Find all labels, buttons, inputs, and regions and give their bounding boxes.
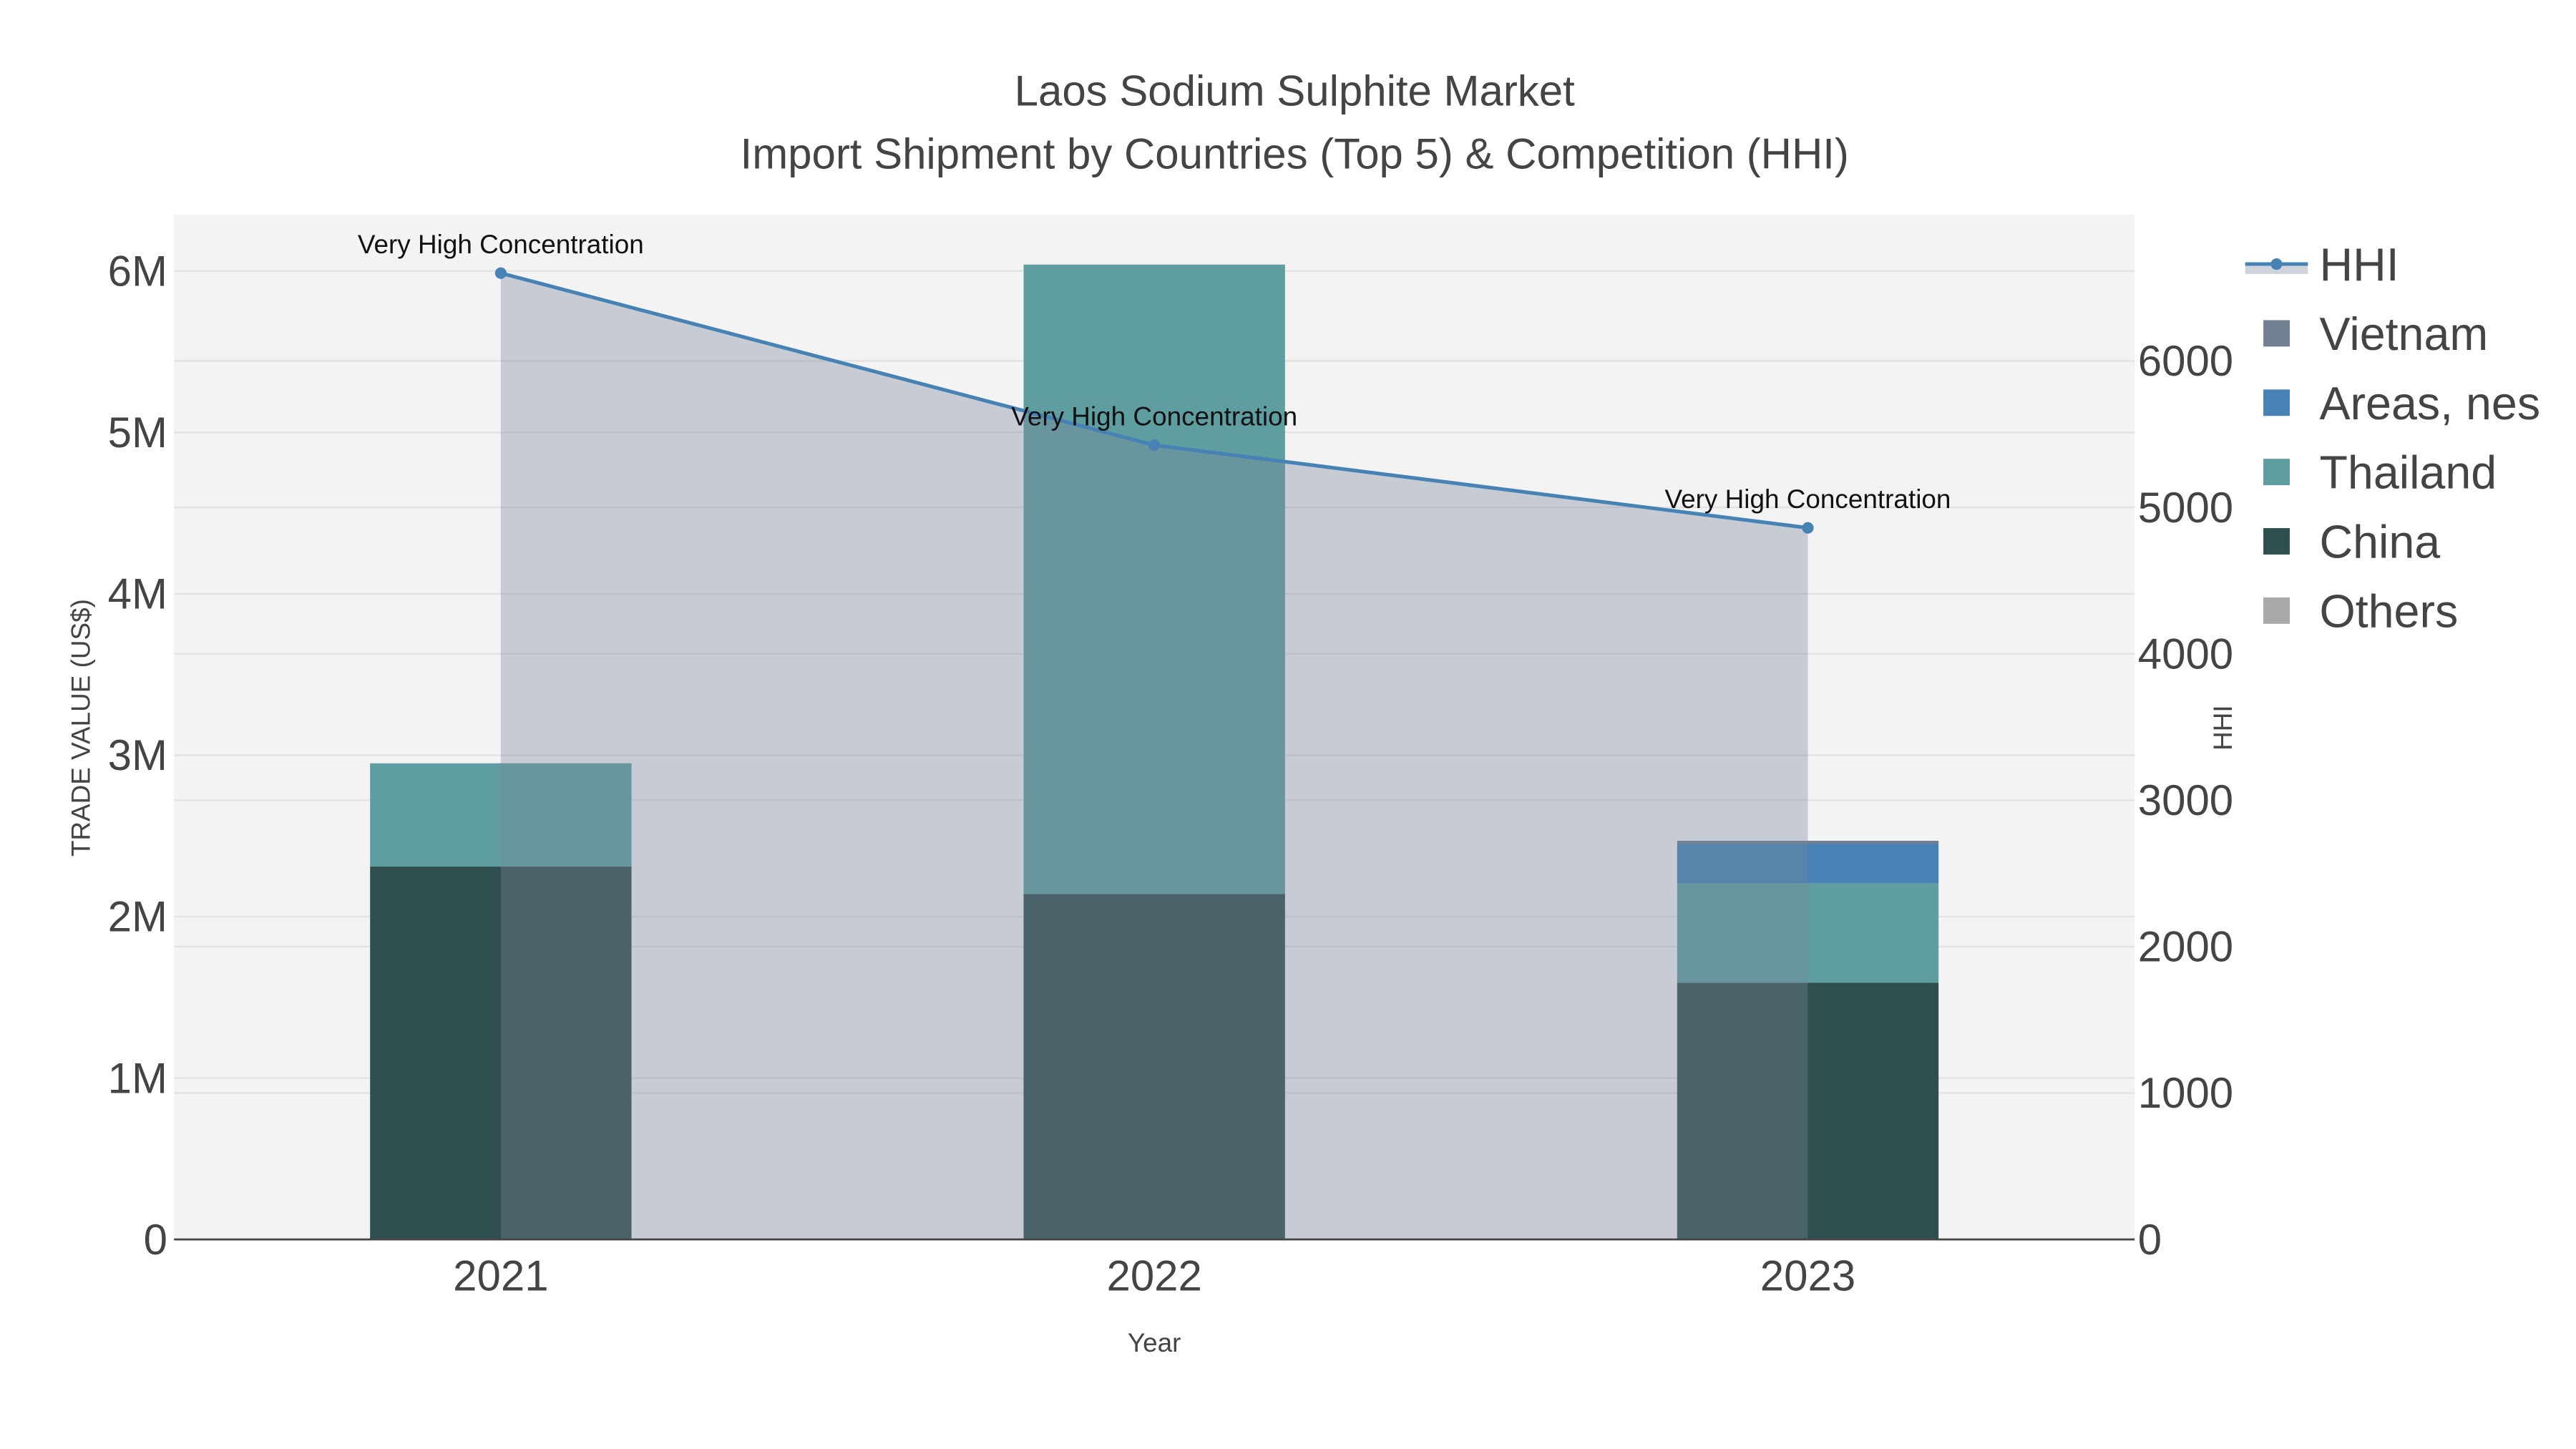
y2-axis-label: HHI bbox=[2208, 705, 2238, 751]
hhi-point[interactable] bbox=[494, 267, 507, 279]
legend-swatch bbox=[2263, 597, 2290, 624]
y2-tick-label: 5000 bbox=[2138, 484, 2233, 532]
legend-label: Thailand bbox=[2319, 447, 2497, 499]
legend-item-china[interactable]: China bbox=[2263, 517, 2440, 568]
y-axis-label: TRADE VALUE (US$) bbox=[67, 599, 96, 857]
y-tick-label: 4M bbox=[108, 570, 167, 618]
y2-tick-label: 4000 bbox=[2138, 630, 2233, 678]
y-tick-label: 5M bbox=[108, 409, 167, 457]
hhi-annotation: Very High Concentration bbox=[1665, 484, 1951, 514]
y2-tick-label: 3000 bbox=[2138, 776, 2233, 824]
chart-subtitle: Import Shipment by Countries (Top 5) & C… bbox=[741, 130, 1849, 177]
y-tick-label: 3M bbox=[108, 731, 167, 779]
hhi-point[interactable] bbox=[1802, 522, 1814, 534]
legend-label: Areas, nes bbox=[2319, 378, 2540, 429]
y2-tick-label: 6000 bbox=[2138, 337, 2233, 385]
legend-label: China bbox=[2319, 517, 2440, 568]
y2-tick-label: 0 bbox=[2138, 1216, 2162, 1264]
legend-label: Others bbox=[2319, 585, 2458, 637]
legend-label: HHI bbox=[2319, 239, 2399, 291]
legend-marker bbox=[2270, 258, 2283, 270]
legend-item-areas-nes[interactable]: Areas, nes bbox=[2263, 378, 2540, 429]
y-tick-label: 2M bbox=[108, 893, 167, 941]
y-tick-label: 0 bbox=[144, 1216, 167, 1264]
chart-title: Laos Sodium Sulphite Market bbox=[1015, 67, 1575, 115]
hhi-annotation: Very High Concentration bbox=[1011, 401, 1297, 431]
chart: Laos Sodium Sulphite Market Import Shipm… bbox=[67, 67, 2541, 1357]
x-tick-label: 2021 bbox=[453, 1252, 548, 1300]
legend-label: Vietnam bbox=[2319, 308, 2488, 360]
legend-item-hhi[interactable]: HHI bbox=[2245, 239, 2399, 291]
y2-tick-label: 1000 bbox=[2138, 1069, 2233, 1117]
legend-swatch bbox=[2263, 320, 2290, 347]
legend-swatch bbox=[2263, 389, 2290, 416]
x-tick-label: 2023 bbox=[1760, 1252, 1855, 1300]
y-tick-label: 6M bbox=[108, 248, 167, 296]
y2-tick-label: 2000 bbox=[2138, 923, 2233, 971]
x-axis-label: Year bbox=[1128, 1328, 1181, 1357]
hhi-annotation: Very High Concentration bbox=[358, 230, 644, 259]
y-tick-label: 1M bbox=[108, 1054, 167, 1102]
legend-swatch bbox=[2263, 528, 2290, 555]
legend-item-thailand[interactable]: Thailand bbox=[2263, 447, 2497, 499]
legend-swatch bbox=[2263, 459, 2290, 486]
x-tick-label: 2022 bbox=[1106, 1252, 1201, 1300]
legend-item-others[interactable]: Others bbox=[2263, 585, 2458, 637]
hhi-point[interactable] bbox=[1148, 439, 1161, 452]
legend-item-vietnam[interactable]: Vietnam bbox=[2263, 308, 2488, 360]
